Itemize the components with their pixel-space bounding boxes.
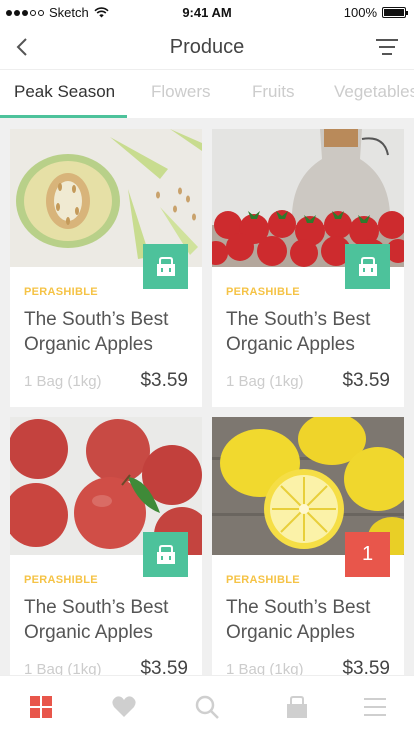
product-card[interactable]: 1 PERASHIBLE The South’s Best Organic Ap… (212, 417, 404, 695)
grid-icon[interactable] (28, 694, 54, 720)
perishable-tag: PERASHIBLE (226, 286, 300, 298)
search-icon[interactable] (194, 694, 220, 720)
bag-icon[interactable] (284, 694, 310, 720)
product-name: The South’s Best Organic Apples (24, 309, 169, 355)
menu-icon[interactable] (362, 694, 388, 720)
product-card[interactable]: PERASHIBLE The South’s Best Organic Appl… (10, 417, 202, 695)
product-card[interactable]: PERASHIBLE The South’s Best Organic Appl… (212, 129, 404, 407)
active-tab-indicator (0, 115, 127, 118)
product-weight: 1 Bag (1kg) (24, 373, 102, 390)
perishable-tag: PERASHIBLE (24, 574, 98, 586)
tab-flowers[interactable]: Flowers (151, 82, 211, 102)
tab-vegetables[interactable]: Vegetables (334, 82, 414, 102)
add-to-bag-button[interactable] (345, 244, 390, 289)
status-bar: Sketch 9:41 AM 100% (0, 0, 414, 24)
product-card[interactable]: PERASHIBLE The South’s Best Organic Appl… (10, 129, 202, 407)
product-name: The South’s Best Organic Apples (226, 309, 371, 355)
battery-group: 100% (343, 5, 408, 20)
shopping-bag-icon (156, 544, 175, 564)
shopping-bag-icon (358, 256, 377, 276)
heart-icon[interactable] (111, 694, 137, 720)
filter-icon[interactable] (376, 38, 398, 56)
nav-bar: Produce (0, 24, 414, 70)
product-price: $3.59 (342, 370, 390, 391)
perishable-tag: PERASHIBLE (226, 574, 300, 586)
add-to-bag-button[interactable] (143, 244, 188, 289)
battery-icon (382, 7, 408, 18)
category-tabs: Peak Season Flowers Fruits Vegetables (0, 70, 414, 118)
cart-quantity-badge[interactable]: 1 (345, 532, 390, 577)
battery-percent: 100% (343, 5, 377, 20)
bottom-tab-bar (0, 675, 414, 736)
product-name: The South’s Best Organic Apples (24, 597, 169, 643)
product-price: $3.59 (140, 370, 188, 391)
tab-peak-season[interactable]: Peak Season (14, 82, 115, 102)
product-name: The South’s Best Organic Apples (226, 597, 371, 643)
page-title: Produce (169, 36, 245, 58)
tab-fruits[interactable]: Fruits (252, 82, 295, 102)
perishable-tag: PERASHIBLE (24, 286, 98, 298)
product-weight: 1 Bag (1kg) (226, 373, 304, 390)
add-to-bag-button[interactable] (143, 532, 188, 577)
shopping-bag-icon (156, 256, 175, 276)
